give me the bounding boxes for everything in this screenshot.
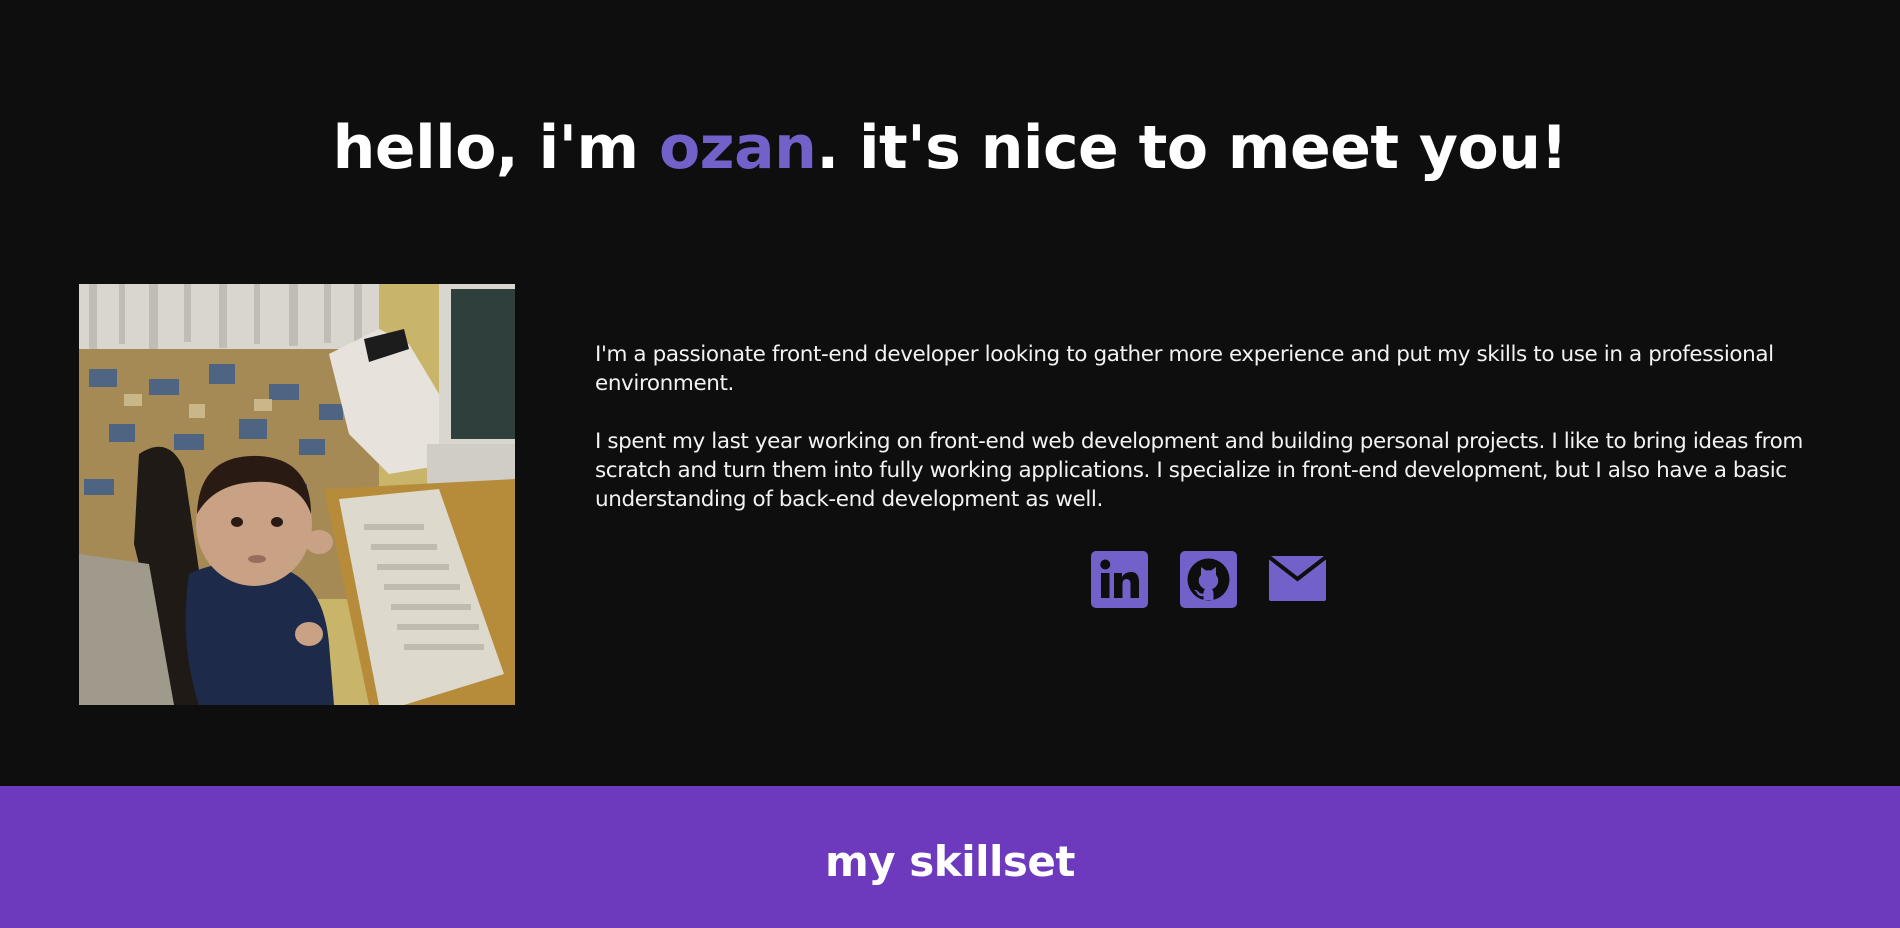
linkedin-icon xyxy=(1091,551,1148,608)
about-section: I'm a passionate front-end developer loo… xyxy=(595,340,1825,514)
hero-greeting: hello, i'm xyxy=(332,113,659,183)
mail-icon xyxy=(1269,555,1326,601)
about-paragraph-2: I spent my last year working on front-en… xyxy=(595,429,1803,512)
github-link[interactable] xyxy=(1180,551,1237,608)
linkedin-link[interactable] xyxy=(1091,551,1148,608)
hero-title: hello, i'm ozan. it's nice to meet you! xyxy=(0,108,1900,188)
about-paragraph-1: I'm a passionate front-end developer loo… xyxy=(595,342,1774,396)
social-links xyxy=(1091,551,1326,608)
hero-name: ozan xyxy=(658,113,817,183)
email-link[interactable] xyxy=(1269,551,1326,608)
hero-rest: . it's nice to meet you! xyxy=(816,113,1568,183)
github-icon xyxy=(1180,551,1237,608)
profile-photo-illustration xyxy=(79,284,515,705)
page: hello, i'm ozan. it's nice to meet you! xyxy=(0,0,1900,928)
skillset-section: my skillset xyxy=(0,786,1900,928)
profile-photo xyxy=(79,284,515,705)
skillset-title: my skillset xyxy=(825,837,1075,886)
